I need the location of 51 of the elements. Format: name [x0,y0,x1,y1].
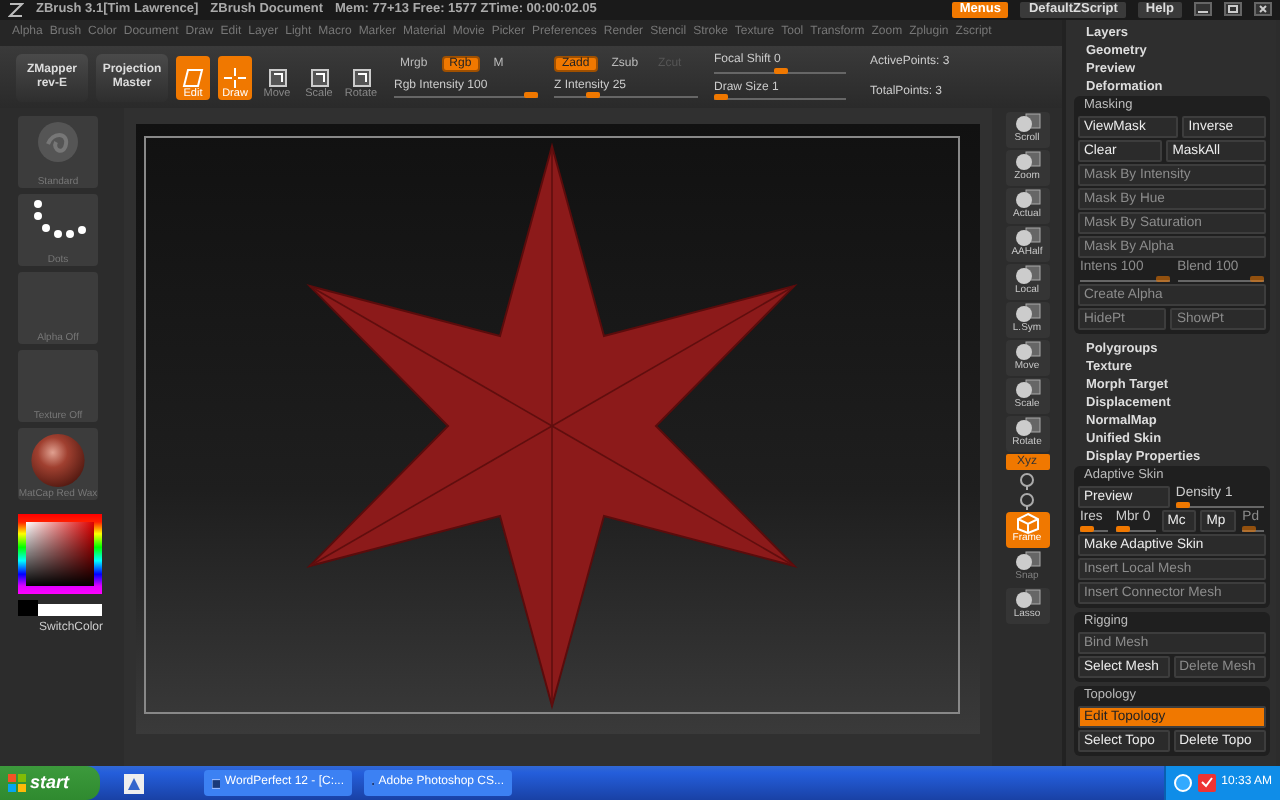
edit-icon [182,67,204,88]
close-icon [1254,2,1272,17]
start-button[interactable]: start [0,766,100,800]
slider-track[interactable] [554,92,698,99]
rotation-axis-icon [1018,492,1036,511]
slider-track[interactable] [394,92,538,99]
secondary-swatch-icon [38,604,102,617]
slider-track[interactable] [714,94,846,101]
restore-icon [1224,2,1242,17]
slider-knob[interactable] [1175,501,1190,508]
slider-knob[interactable] [714,94,728,101]
sphere-grid-icon [1013,264,1041,287]
app-logo-icon [8,1,24,18]
sphere-grid-icon [1013,150,1041,173]
tray-circle-icon [1173,774,1192,792]
square-icon [266,67,288,88]
sphere-grid-icon [1013,588,1041,611]
sphere-grid-icon [1013,112,1041,135]
quick-launch-icon [124,773,144,793]
brush-sphere-icon [32,120,84,165]
slider-track[interactable] [1080,275,1170,282]
sphere-grid-icon [1013,226,1041,249]
sphere-grid-icon [1013,550,1041,573]
slider-knob[interactable] [773,67,787,74]
square-icon [308,67,330,88]
material-sphere-icon [28,432,88,490]
color-picker[interactable] [18,514,102,595]
dots-icon [28,198,88,243]
square-icon [350,67,372,88]
slider-knob[interactable] [1115,525,1130,532]
slider-track[interactable] [1242,525,1264,532]
primary-swatch-icon [18,600,38,617]
sphere-grid-icon [1013,302,1041,325]
minimize-icon [1194,2,1212,17]
slider-track[interactable] [1175,501,1264,508]
slider-knob[interactable] [586,92,601,99]
rotation-axis-icon [1018,472,1036,491]
sphere-grid-icon [1013,188,1041,211]
slider-track[interactable] [1080,525,1108,532]
slider-track[interactable] [1177,275,1264,282]
sphere-grid-icon [1013,340,1041,363]
shield-icon [1197,774,1216,792]
cube-icon [1015,512,1039,535]
slider-knob[interactable] [1080,525,1094,532]
slider-track[interactable] [714,67,846,74]
sphere-grid-icon [1013,378,1041,401]
windows-flag-icon [8,774,26,792]
crosshair-icon [224,67,246,88]
sphere-grid-icon [1013,416,1041,439]
slider-track[interactable] [1115,525,1156,532]
slider-knob[interactable] [524,92,538,99]
